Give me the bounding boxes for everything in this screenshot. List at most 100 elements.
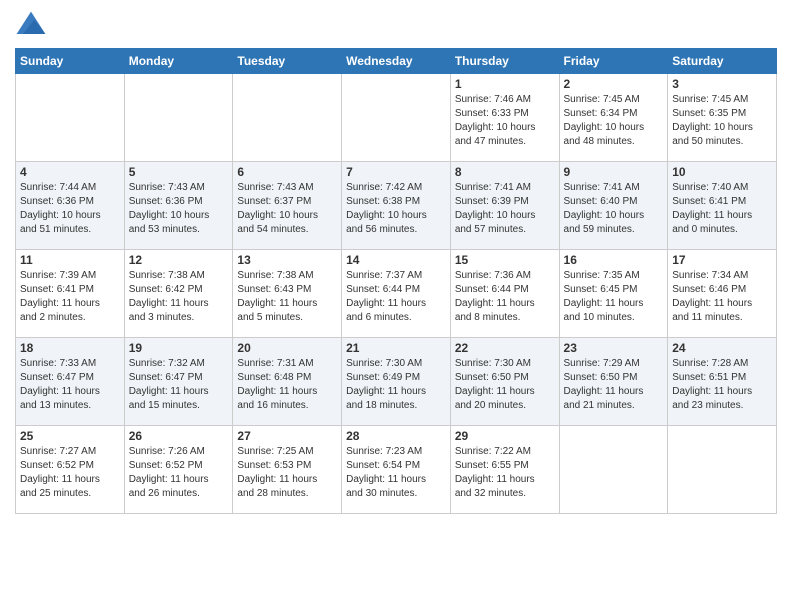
day-info: Sunrise: 7:26 AM Sunset: 6:52 PM Dayligh… bbox=[129, 445, 229, 501]
day-info: Sunrise: 7:31 AM Sunset: 6:48 PM Dayligh… bbox=[237, 357, 337, 413]
day-info: Sunrise: 7:41 AM Sunset: 6:39 PM Dayligh… bbox=[455, 181, 555, 237]
day-info: Sunrise: 7:46 AM Sunset: 6:33 PM Dayligh… bbox=[455, 93, 555, 149]
day-info: Sunrise: 7:29 AM Sunset: 6:50 PM Dayligh… bbox=[564, 357, 664, 413]
day-number: 27 bbox=[237, 429, 337, 443]
calendar-cell: 5 Sunrise: 7:43 AM Sunset: 6:36 PM Daylig… bbox=[124, 162, 233, 250]
calendar-cell: 24Sunrise: 7:28 AM Sunset: 6:51 PM Dayli… bbox=[668, 338, 777, 426]
logo-icon bbox=[15, 10, 47, 42]
day-info: Sunrise: 7:28 AM Sunset: 6:51 PM Dayligh… bbox=[672, 357, 772, 413]
week-row-2: 11 Sunrise: 7:39 AM Sunset: 6:41 PM Dayli… bbox=[16, 250, 777, 338]
calendar-cell: 26 Sunrise: 7:26 AM Sunset: 6:52 PM Dayli… bbox=[124, 426, 233, 514]
day-info: Sunrise: 7:45 AM Sunset: 6:35 PM Dayligh… bbox=[672, 93, 772, 149]
weekday-header-thursday: Thursday bbox=[450, 49, 559, 74]
header bbox=[15, 10, 777, 42]
calendar-cell: 20 Sunrise: 7:31 AM Sunset: 6:48 PM Dayli… bbox=[233, 338, 342, 426]
day-number: 26 bbox=[129, 429, 229, 443]
day-info: Sunrise: 7:45 AM Sunset: 6:34 PM Dayligh… bbox=[564, 93, 664, 149]
day-number: 2 bbox=[564, 77, 664, 91]
day-number: 6 bbox=[237, 165, 337, 179]
calendar-cell: 16 Sunrise: 7:35 AM Sunset: 6:45 PM Dayli… bbox=[559, 250, 668, 338]
day-number: 8 bbox=[455, 165, 555, 179]
day-info: Sunrise: 7:35 AM Sunset: 6:45 PM Dayligh… bbox=[564, 269, 664, 325]
day-number: 7 bbox=[346, 165, 446, 179]
day-info: Sunrise: 7:43 AM Sunset: 6:36 PM Dayligh… bbox=[129, 181, 229, 237]
day-number: 23 bbox=[564, 341, 664, 355]
weekday-header-tuesday: Tuesday bbox=[233, 49, 342, 74]
day-info: Sunrise: 7:22 AM Sunset: 6:55 PM Dayligh… bbox=[455, 445, 555, 501]
calendar-cell: 11 Sunrise: 7:39 AM Sunset: 6:41 PM Dayli… bbox=[16, 250, 125, 338]
weekday-header-friday: Friday bbox=[559, 49, 668, 74]
day-info: Sunrise: 7:43 AM Sunset: 6:37 PM Dayligh… bbox=[237, 181, 337, 237]
day-number: 17 bbox=[672, 253, 772, 267]
day-info: Sunrise: 7:30 AM Sunset: 6:50 PM Dayligh… bbox=[455, 357, 555, 413]
day-info: Sunrise: 7:44 AM Sunset: 6:36 PM Dayligh… bbox=[20, 181, 120, 237]
day-number: 25 bbox=[20, 429, 120, 443]
day-number: 19 bbox=[129, 341, 229, 355]
day-number: 21 bbox=[346, 341, 446, 355]
calendar-cell bbox=[342, 74, 451, 162]
calendar-cell: 22 Sunrise: 7:30 AM Sunset: 6:50 PM Dayli… bbox=[450, 338, 559, 426]
day-info: Sunrise: 7:39 AM Sunset: 6:41 PM Dayligh… bbox=[20, 269, 120, 325]
logo bbox=[15, 10, 51, 42]
calendar-cell: 9 Sunrise: 7:41 AM Sunset: 6:40 PM Daylig… bbox=[559, 162, 668, 250]
day-number: 1 bbox=[455, 77, 555, 91]
week-row-4: 25 Sunrise: 7:27 AM Sunset: 6:52 PM Dayli… bbox=[16, 426, 777, 514]
calendar-cell: 21Sunrise: 7:30 AM Sunset: 6:49 PM Dayli… bbox=[342, 338, 451, 426]
day-info: Sunrise: 7:38 AM Sunset: 6:42 PM Dayligh… bbox=[129, 269, 229, 325]
day-number: 15 bbox=[455, 253, 555, 267]
calendar-cell bbox=[16, 74, 125, 162]
calendar-cell: 23 Sunrise: 7:29 AM Sunset: 6:50 PM Dayli… bbox=[559, 338, 668, 426]
calendar-cell: 1 Sunrise: 7:46 AM Sunset: 6:33 PM Daylig… bbox=[450, 74, 559, 162]
day-number: 14 bbox=[346, 253, 446, 267]
day-number: 28 bbox=[346, 429, 446, 443]
weekday-header-monday: Monday bbox=[124, 49, 233, 74]
calendar-cell bbox=[559, 426, 668, 514]
calendar-cell: 14 Sunrise: 7:37 AM Sunset: 6:44 PM Dayli… bbox=[342, 250, 451, 338]
day-number: 5 bbox=[129, 165, 229, 179]
day-info: Sunrise: 7:23 AM Sunset: 6:54 PM Dayligh… bbox=[346, 445, 446, 501]
day-number: 13 bbox=[237, 253, 337, 267]
day-number: 4 bbox=[20, 165, 120, 179]
day-info: Sunrise: 7:40 AM Sunset: 6:41 PM Dayligh… bbox=[672, 181, 772, 237]
week-row-3: 18 Sunrise: 7:33 AM Sunset: 6:47 PM Dayli… bbox=[16, 338, 777, 426]
weekday-header-wednesday: Wednesday bbox=[342, 49, 451, 74]
calendar-cell: 29 Sunrise: 7:22 AM Sunset: 6:55 PM Dayli… bbox=[450, 426, 559, 514]
day-number: 9 bbox=[564, 165, 664, 179]
calendar-cell bbox=[233, 74, 342, 162]
day-info: Sunrise: 7:38 AM Sunset: 6:43 PM Dayligh… bbox=[237, 269, 337, 325]
calendar-body: 1 Sunrise: 7:46 AM Sunset: 6:33 PM Daylig… bbox=[16, 74, 777, 514]
day-info: Sunrise: 7:33 AM Sunset: 6:47 PM Dayligh… bbox=[20, 357, 120, 413]
calendar-cell: 13 Sunrise: 7:38 AM Sunset: 6:43 PM Dayli… bbox=[233, 250, 342, 338]
calendar-cell: 27 Sunrise: 7:25 AM Sunset: 6:53 PM Dayli… bbox=[233, 426, 342, 514]
calendar-cell bbox=[124, 74, 233, 162]
calendar-header: SundayMondayTuesdayWednesdayThursdayFrid… bbox=[16, 49, 777, 74]
week-row-0: 1 Sunrise: 7:46 AM Sunset: 6:33 PM Daylig… bbox=[16, 74, 777, 162]
day-number: 3 bbox=[672, 77, 772, 91]
day-number: 16 bbox=[564, 253, 664, 267]
day-info: Sunrise: 7:34 AM Sunset: 6:46 PM Dayligh… bbox=[672, 269, 772, 325]
calendar-cell bbox=[668, 426, 777, 514]
calendar-cell: 10 Sunrise: 7:40 AM Sunset: 6:41 PM Dayli… bbox=[668, 162, 777, 250]
day-number: 11 bbox=[20, 253, 120, 267]
day-number: 22 bbox=[455, 341, 555, 355]
calendar-cell: 19Sunrise: 7:32 AM Sunset: 6:47 PM Dayli… bbox=[124, 338, 233, 426]
day-info: Sunrise: 7:25 AM Sunset: 6:53 PM Dayligh… bbox=[237, 445, 337, 501]
day-number: 10 bbox=[672, 165, 772, 179]
day-info: Sunrise: 7:27 AM Sunset: 6:52 PM Dayligh… bbox=[20, 445, 120, 501]
calendar-cell: 28 Sunrise: 7:23 AM Sunset: 6:54 PM Dayli… bbox=[342, 426, 451, 514]
day-info: Sunrise: 7:41 AM Sunset: 6:40 PM Dayligh… bbox=[564, 181, 664, 237]
day-number: 29 bbox=[455, 429, 555, 443]
calendar-cell: 6 Sunrise: 7:43 AM Sunset: 6:37 PM Daylig… bbox=[233, 162, 342, 250]
calendar-cell: 17 Sunrise: 7:34 AM Sunset: 6:46 PM Dayli… bbox=[668, 250, 777, 338]
calendar-cell: 8 Sunrise: 7:41 AM Sunset: 6:39 PM Daylig… bbox=[450, 162, 559, 250]
page: SundayMondayTuesdayWednesdayThursdayFrid… bbox=[0, 0, 792, 612]
day-info: Sunrise: 7:42 AM Sunset: 6:38 PM Dayligh… bbox=[346, 181, 446, 237]
calendar-cell: 12 Sunrise: 7:38 AM Sunset: 6:42 PM Dayli… bbox=[124, 250, 233, 338]
day-number: 12 bbox=[129, 253, 229, 267]
calendar-cell: 7 Sunrise: 7:42 AM Sunset: 6:38 PM Daylig… bbox=[342, 162, 451, 250]
day-number: 20 bbox=[237, 341, 337, 355]
calendar-cell: 3 Sunrise: 7:45 AM Sunset: 6:35 PM Daylig… bbox=[668, 74, 777, 162]
calendar-cell: 18 Sunrise: 7:33 AM Sunset: 6:47 PM Dayli… bbox=[16, 338, 125, 426]
day-info: Sunrise: 7:37 AM Sunset: 6:44 PM Dayligh… bbox=[346, 269, 446, 325]
day-number: 18 bbox=[20, 341, 120, 355]
